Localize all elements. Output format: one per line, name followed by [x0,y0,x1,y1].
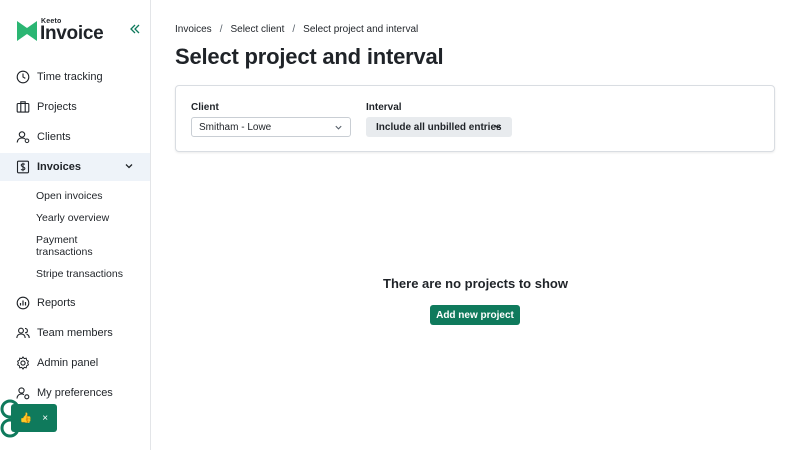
client-label: Client [191,102,219,113]
sidebar-subitem-payment-transactions[interactable]: Payment transactions [36,234,116,258]
chevron-down-icon [124,161,134,174]
sidebar-item-label: Clients [37,131,71,143]
breadcrumb-separator: / [219,24,223,35]
breadcrumb-invoices[interactable]: Invoices [175,24,212,35]
sidebar-subitem-stripe-transactions[interactable]: Stripe transactions [36,268,136,280]
sidebar-item-label: My preferences [37,387,113,399]
clock-icon [15,70,30,85]
filter-card: Client Smitham - Lowe Interval Include a… [175,85,775,152]
close-icon[interactable]: × [42,413,48,424]
sidebar-item-label: Projects [37,101,77,113]
users-icon [15,326,30,341]
dollar-document-icon [15,160,30,175]
sidebar-item-label: Invoices [37,161,82,173]
breadcrumb-current: Select project and interval [303,24,419,35]
user-icon [15,130,30,145]
logo-mark-icon [17,21,37,41]
sidebar-item-label: Reports [37,297,76,309]
interval-dropdown[interactable]: Include all unbilled entries [366,117,512,137]
sidebar-item-my-preferences[interactable]: My preferences [0,379,150,407]
interval-label: Interval [366,102,402,113]
collapse-sidebar-button[interactable] [129,23,143,37]
sidebar-item-reports[interactable]: Reports [0,289,150,317]
brand-logo[interactable]: Keeto Invoice [17,17,117,44]
sidebar-item-time-tracking[interactable]: Time tracking [0,63,150,91]
main-content: Invoices / Select client / Select projec… [151,0,800,450]
sidebar-item-admin-panel[interactable]: Admin panel [0,349,150,377]
sidebar-item-label: Admin panel [37,357,99,369]
sidebar-item-projects[interactable]: Projects [0,93,150,121]
breadcrumb: Invoices / Select client / Select projec… [175,24,418,35]
page-title: Select project and interval [175,44,444,69]
breadcrumb-separator: / [292,24,296,35]
sidebar-item-label: Team members [37,327,113,339]
chevron-down-icon [334,123,343,135]
sidebar-item-invoices[interactable]: Invoices [0,153,150,181]
chevron-down-icon [493,122,502,134]
chart-icon [15,296,30,311]
sidebar-item-clients[interactable]: Clients [0,123,150,151]
sidebar-subitem-yearly-overview[interactable]: Yearly overview [36,212,136,224]
briefcase-icon [15,100,30,115]
gear-icon [15,356,30,371]
thumbs-up-icon[interactable]: 👍 [20,413,32,424]
sidebar-item-team-members[interactable]: Team members [0,319,150,347]
brand-name: Invoice [40,23,104,44]
sidebar: Keeto Invoice Time tracking Projects Cli… [0,0,151,450]
double-chevron-left-icon [130,24,140,34]
breadcrumb-select-client[interactable]: Select client [230,24,284,35]
add-new-project-button[interactable]: Add new project [430,305,520,325]
sidebar-subitem-open-invoices[interactable]: Open invoices [36,190,136,202]
client-select[interactable]: Smitham - Lowe [191,117,351,137]
interval-dropdown-value: Include all unbilled entries [376,121,502,133]
sidebar-item-label: Time tracking [37,71,103,83]
feedback-widget: 👍 × [11,404,57,432]
empty-state-message: There are no projects to show [383,276,568,291]
client-select-value: Smitham - Lowe [199,121,272,133]
